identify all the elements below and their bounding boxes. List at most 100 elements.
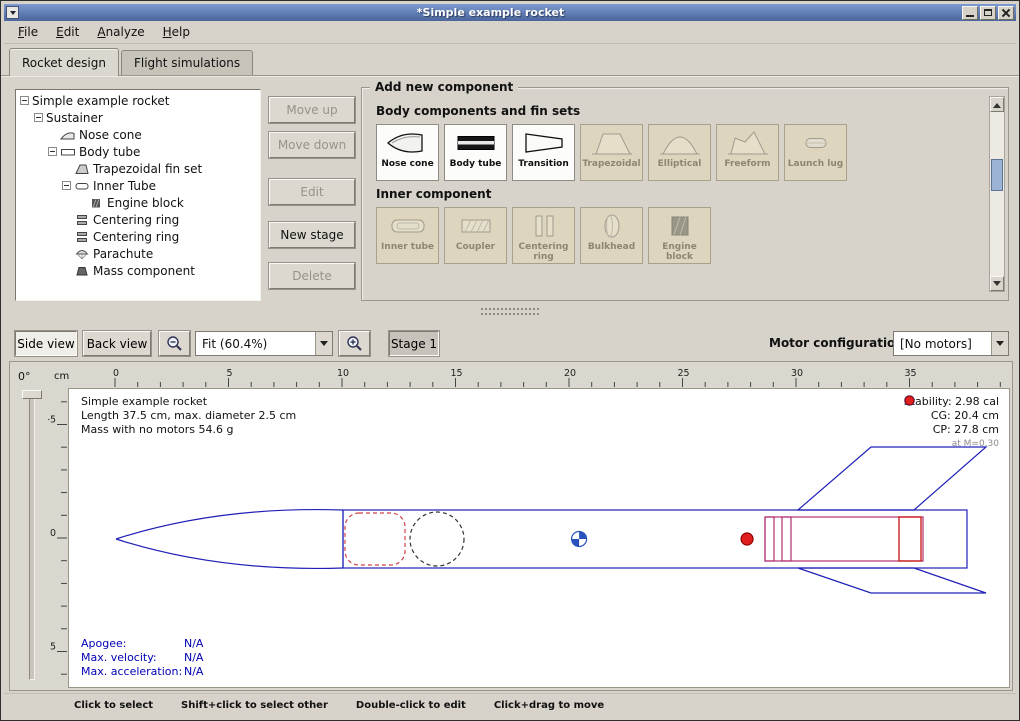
launchlug-icon [794, 128, 838, 158]
add-bulkhead-button[interactable]: Bulkhead [580, 207, 643, 264]
chevron-down-icon[interactable] [315, 332, 332, 355]
rocket-info: Simple example rocket Length 37.5 cm, ma… [81, 395, 296, 437]
tree-item-centering-ring[interactable]: Centering ring [16, 228, 260, 245]
tree-item-trapezoidal-fin-set[interactable]: Trapezoidal fin set [16, 160, 260, 177]
engineblock-icon [658, 211, 702, 241]
engineblock-icon [88, 197, 104, 209]
add-inner-tube-button[interactable]: Inner tube [376, 207, 439, 264]
component-button-label: Elliptical [658, 159, 702, 169]
tree-expander-spacer [62, 232, 71, 241]
scroll-up-icon[interactable] [990, 97, 1004, 112]
zoom-in-icon [346, 335, 363, 352]
stage-1-toggle[interactable]: Stage 1 [389, 331, 439, 356]
add-nose-cone-button[interactable]: Nose cone [376, 124, 439, 181]
tab-rocket-design[interactable]: Rocket design [9, 48, 119, 76]
maximize-icon[interactable] [980, 6, 996, 20]
centeringring-icon [74, 231, 90, 243]
tree-item-centering-ring[interactable]: Centering ring [16, 211, 260, 228]
cp-icon [904, 395, 915, 406]
window-menu-icon[interactable] [6, 6, 19, 19]
component-tree[interactable]: Simple example rocketSustainerNose coneB… [15, 89, 261, 301]
add-trapezoidal-button[interactable]: Trapezoidal [580, 124, 643, 181]
add-launch-lug-button[interactable]: Launch lug [784, 124, 847, 181]
component-button-row: Inner tube Coupler Centering ringBulkhead E… [376, 207, 984, 264]
move-down-button[interactable]: Move down [269, 132, 355, 158]
zoom-in-button[interactable] [339, 331, 370, 356]
tree-item-nose-cone[interactable]: Nose cone [16, 126, 260, 143]
tree-item-simple-example-rocket[interactable]: Simple example rocket [16, 92, 260, 109]
status-hint: Double-click to edit [356, 700, 466, 711]
menu-edit[interactable]: Edit [48, 22, 87, 42]
tab-flight-simulations[interactable]: Flight simulations [121, 50, 253, 76]
tree-item-parachute[interactable]: Parachute [16, 245, 260, 262]
bodytube-icon [60, 146, 76, 158]
zoom-select[interactable]: Fit (60.4%) [195, 331, 333, 356]
component-scrollbar[interactable] [989, 96, 1005, 292]
tree-collapse-icon[interactable] [62, 181, 71, 190]
finset-icon [74, 163, 90, 175]
tree-collapse-icon[interactable] [34, 113, 43, 122]
motor-configuration-select[interactable]: [No motors] [893, 331, 1009, 356]
add-centering-ring-button[interactable]: Centering ring [512, 207, 575, 264]
tree-item-engine-block[interactable]: Engine block [16, 194, 260, 211]
rotation-slider-handle[interactable] [22, 390, 42, 399]
add-body-tube-button[interactable]: Body tube [444, 124, 507, 181]
tree-item-sustainer[interactable]: Sustainer [16, 109, 260, 126]
scroll-down-icon[interactable] [990, 276, 1004, 291]
edit-button[interactable]: Edit [269, 179, 355, 205]
zoom-out-icon [166, 335, 183, 352]
tree-item-body-tube[interactable]: Body tube [16, 143, 260, 160]
move-up-button[interactable]: Move up [269, 97, 355, 123]
tree-item-mass-component[interactable]: Mass component [16, 262, 260, 279]
add-coupler-button[interactable]: Coupler [444, 207, 507, 264]
acceleration-label: Max. acceleration: [81, 665, 184, 679]
cp-marker [741, 533, 753, 545]
side-view-button[interactable]: Side view [15, 331, 77, 356]
vertical-ruler: -5 0 5 [48, 388, 68, 688]
rocket-canvas[interactable]: Simple example rocket Length 37.5 cm, ma… [68, 388, 1010, 688]
component-button-label: Trapezoidal [582, 159, 640, 169]
scrollbar-thumb[interactable] [991, 159, 1003, 191]
tree-collapse-icon[interactable] [20, 96, 29, 105]
horizontal-ruler: 05101520253035 [68, 367, 1010, 388]
component-button-row: Nose cone Body tube Transition Trapezoidal E… [376, 124, 984, 181]
add-engine-block-button[interactable]: Engine block [648, 207, 711, 264]
svg-text:0: 0 [50, 528, 56, 539]
add-freeform-button[interactable]: Freeform [716, 124, 779, 181]
tab-divider [1, 75, 1019, 76]
add-component-panel: Add new component Body components and fi… [361, 87, 1009, 301]
rotation-slider[interactable] [29, 392, 35, 680]
svg-text:5: 5 [50, 642, 56, 653]
minimize-icon[interactable] [962, 6, 978, 20]
rocket-diagram-panel: 0° cm 05101520253035 -505 [9, 361, 1013, 691]
tree-item-label: Centering ring [93, 213, 179, 227]
add-elliptical-button[interactable]: Elliptical [648, 124, 711, 181]
svg-text:-5: -5 [48, 415, 56, 426]
delete-button[interactable]: Delete [269, 263, 355, 289]
tree-item-label: Centering ring [93, 230, 179, 244]
apogee-label: Apogee: [81, 637, 184, 651]
zoom-out-button[interactable] [159, 331, 190, 356]
menu-help[interactable]: Help [155, 22, 198, 42]
menu-analyze[interactable]: Analyze [89, 22, 152, 42]
back-view-button[interactable]: Back view [83, 331, 151, 356]
tree-expander-spacer [48, 130, 57, 139]
component-button-label: Transition [518, 159, 569, 169]
bulkhead-icon [590, 211, 634, 241]
motor-configuration-label: Motor configuration: [769, 336, 909, 350]
add-transition-button[interactable]: Transition [512, 124, 575, 181]
split-pane-divider[interactable] [1, 305, 1019, 327]
status-bar: Click to selectShift+click to select oth… [4, 693, 1016, 717]
acceleration-value: N/A [184, 665, 203, 678]
view-toolbar: Side view Back view Fit (60.4%) Stage 1 … [1, 327, 1019, 359]
chevron-down-icon[interactable] [991, 332, 1008, 355]
new-stage-button[interactable]: New stage [269, 222, 355, 248]
tree-collapse-icon[interactable] [48, 147, 57, 156]
component-button-label: Engine block [649, 242, 710, 263]
menu-file[interactable]: File [10, 22, 46, 42]
component-button-label: Nose cone [381, 159, 433, 169]
component-button-label: Coupler [456, 242, 495, 252]
tree-item-inner-tube[interactable]: Inner Tube [16, 177, 260, 194]
ruler-unit-label: cm [54, 371, 69, 382]
close-icon[interactable] [998, 6, 1014, 20]
